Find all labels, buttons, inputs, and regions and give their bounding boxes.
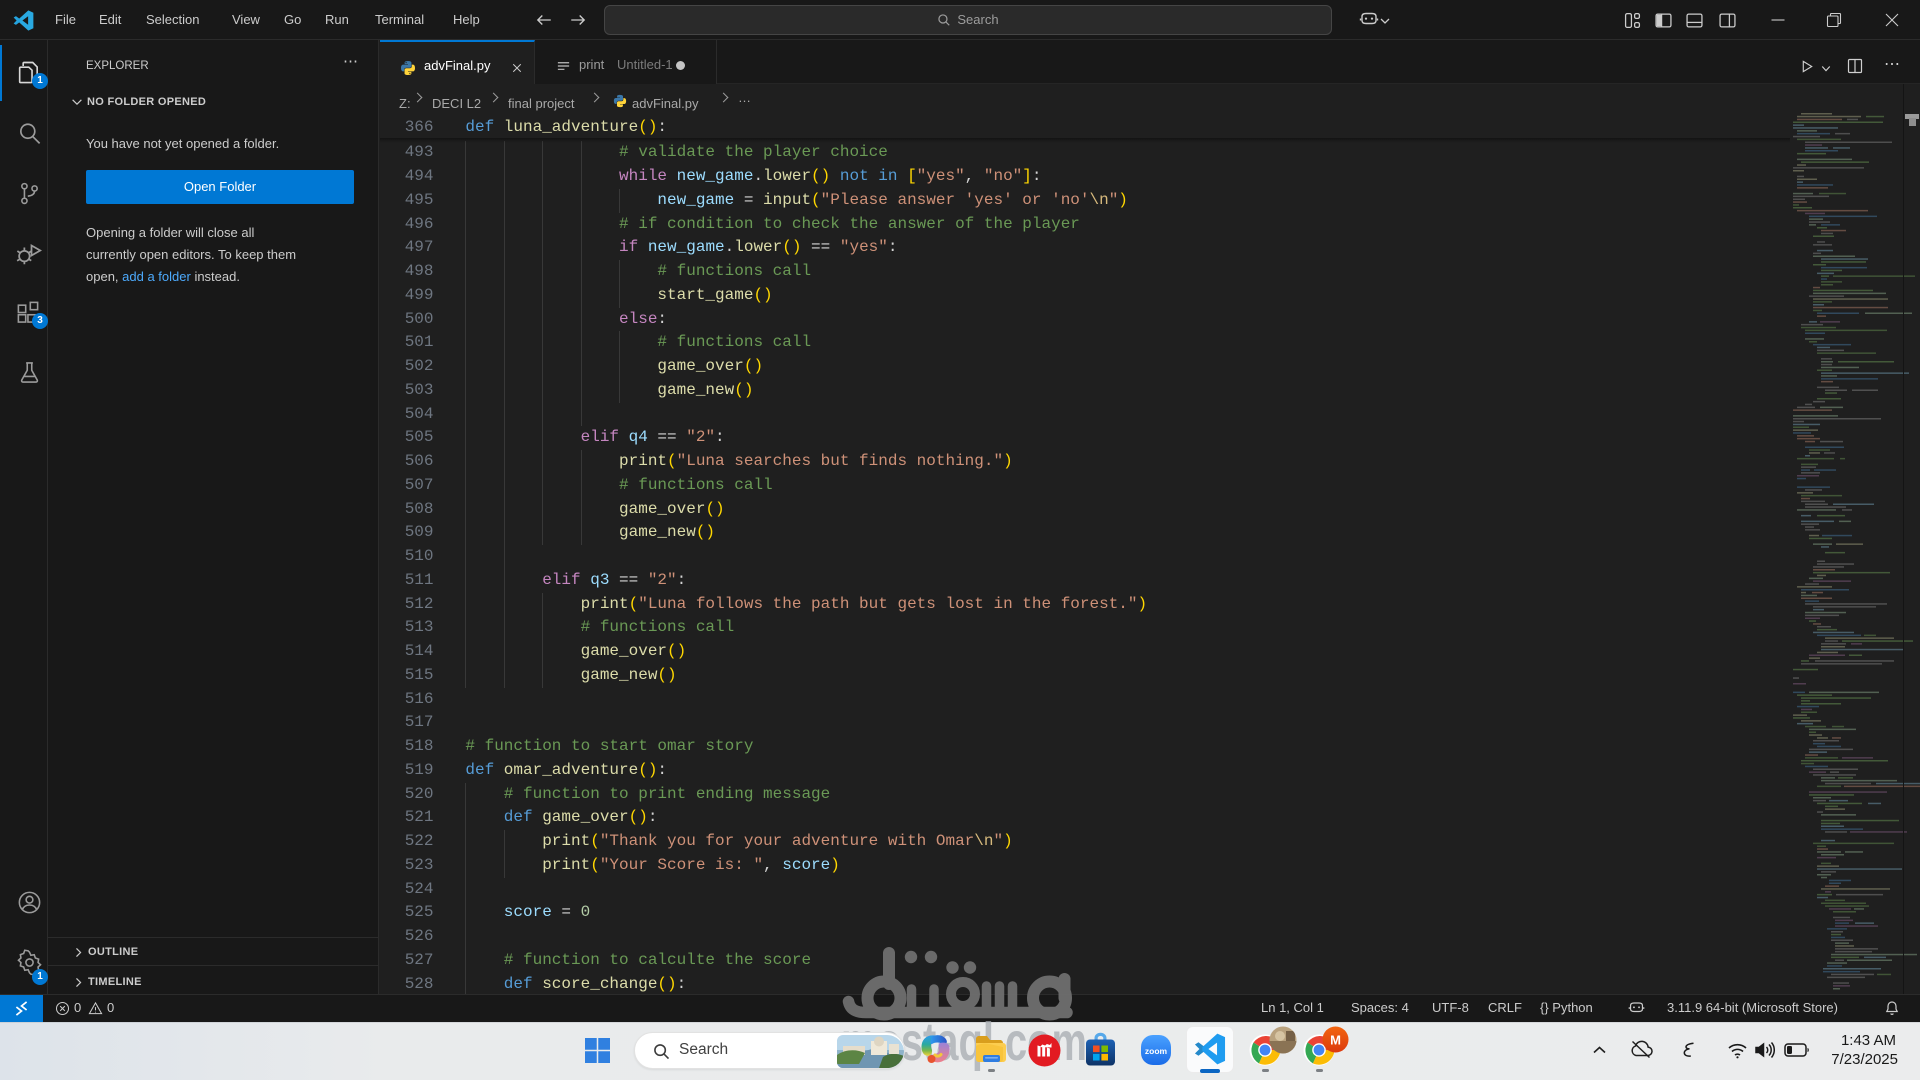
svg-text:M: M (1330, 1033, 1341, 1048)
svg-text:zoom: zoom (1145, 1046, 1168, 1056)
